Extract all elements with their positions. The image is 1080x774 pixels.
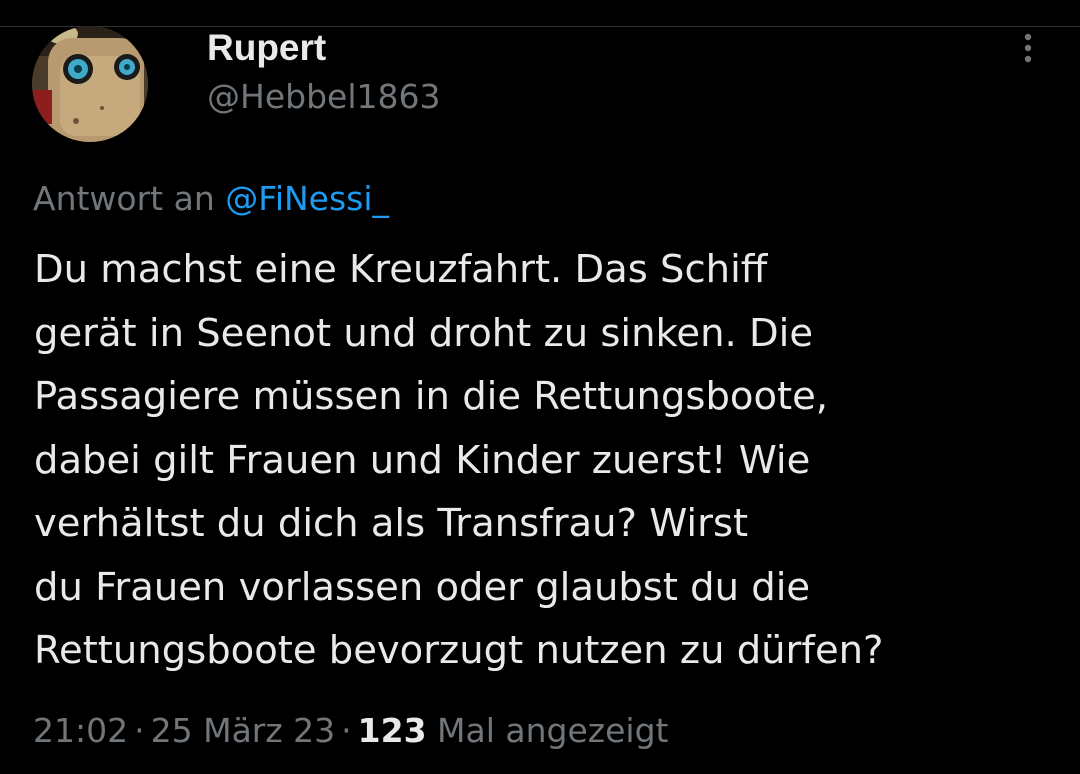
profile-avatar[interactable] (32, 26, 148, 142)
meta-separator: · (134, 711, 145, 750)
tweet-text-line: Du machst eine Kreuzfahrt. Das Schiff (34, 247, 768, 292)
tweet-time: 21:02 (33, 711, 129, 750)
reply-context: Antwort an @FiNessi_ (33, 176, 389, 222)
tweet-text-line: verhältst du dich als Transfrau? Wirst (34, 501, 749, 546)
tweet-text-line: du Frauen vorlassen oder glaubst du die (34, 564, 811, 610)
views-link[interactable]: 123 Mal angezeigt (358, 711, 669, 750)
views-count: 123 (357, 711, 427, 750)
more-vertical-icon (1024, 33, 1032, 63)
tweet-date: 25 März 23 (150, 711, 336, 750)
tweet-text-line: gerät in Seenot und droht zu sinken. Die (34, 310, 814, 356)
more-options-button[interactable] (1008, 28, 1048, 68)
author-header: Rupert @Hebbel1863 (207, 26, 440, 120)
tweet-text-line: Passagiere müssen in die Rettungsboote, (34, 374, 829, 419)
tweet-timestamp-link[interactable]: 21:02 · 25 März 23 (33, 711, 335, 750)
meta-separator: · (341, 711, 352, 750)
views-label: Mal angezeigt (437, 711, 669, 750)
reply-prefix: Antwort an (33, 179, 215, 218)
tweet-meta: 21:02 · 25 März 23 · 123 Mal angezeigt (33, 708, 668, 754)
avatar-image (32, 26, 148, 142)
author-handle[interactable]: @Hebbel1863 (207, 74, 440, 120)
tweet-text: Du machst eine Kreuzfahrt. Das Schiff ge… (34, 238, 1054, 683)
author-display-name[interactable]: Rupert (207, 26, 440, 70)
reply-mention-link[interactable]: @FiNessi_ (225, 179, 389, 218)
top-divider (0, 26, 1080, 27)
tweet-text-line: Rettungsboote bevorzugt nutzen zu dürfen… (34, 628, 884, 673)
tweet-text-line: dabei gilt Frauen und Kinder zuerst! Wie (34, 437, 811, 483)
